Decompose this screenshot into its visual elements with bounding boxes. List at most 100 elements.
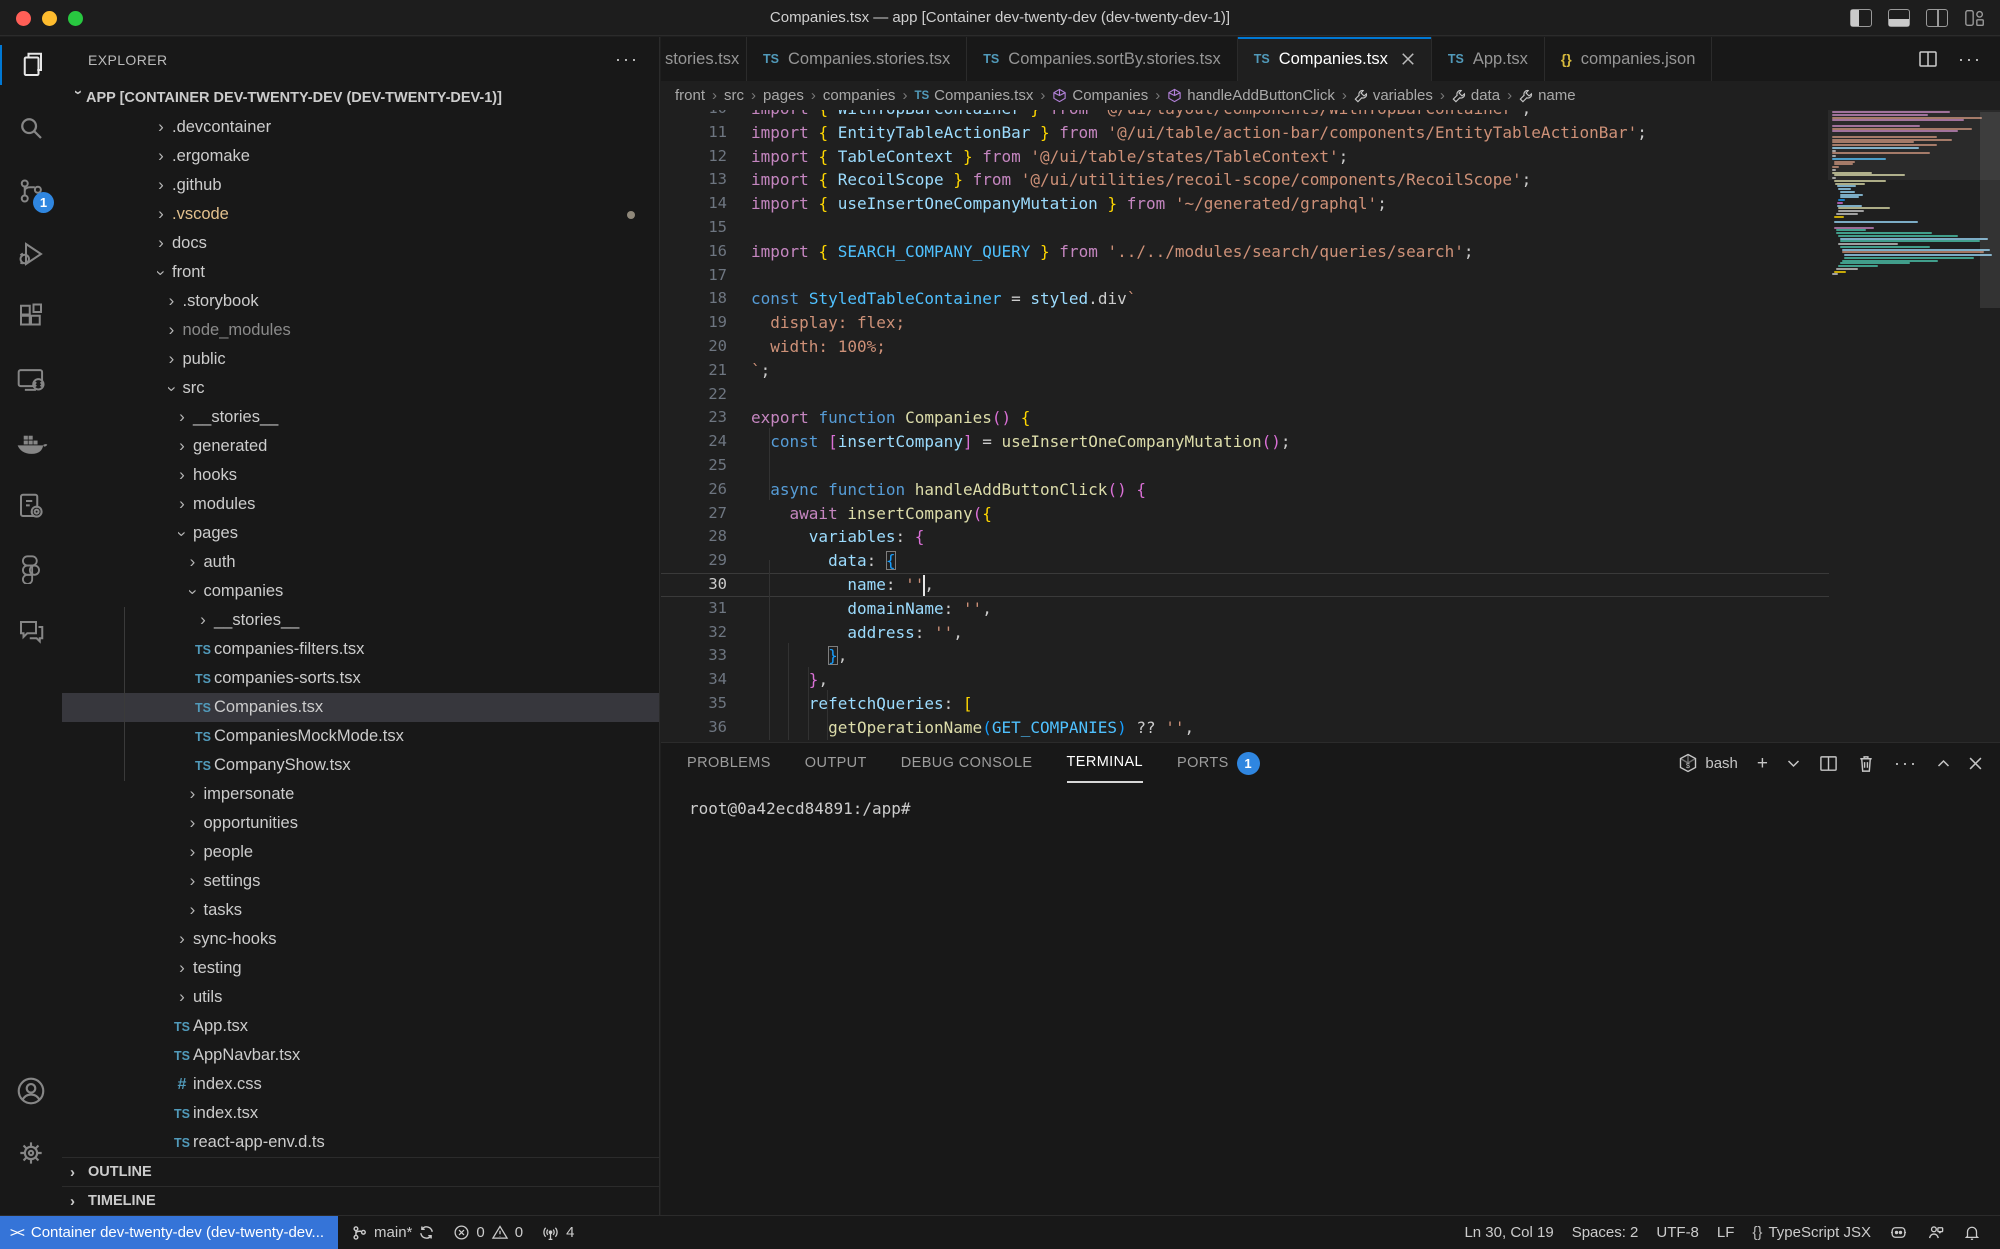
close-panel-icon[interactable]	[1969, 757, 1982, 770]
code-line-17[interactable]: 17	[661, 264, 1829, 288]
breadcrumb-item-front[interactable]: front	[675, 87, 705, 104]
code-line-13[interactable]: 13import { RecoilScope } from '@/ui/util…	[661, 168, 1829, 192]
panel-tab-terminal[interactable]: TERMINAL	[1067, 743, 1144, 783]
tree-item-sync-hooks[interactable]: ›sync-hooks	[62, 925, 659, 954]
tree-item-index-tsx[interactable]: TSindex.tsx	[62, 1099, 659, 1128]
tree-item-companies-filters-tsx[interactable]: TScompanies-filters.tsx	[62, 635, 659, 664]
terminal-dropdown-icon[interactable]	[1787, 759, 1800, 768]
code-line-14[interactable]: 14import { useInsertOneCompanyMutation }…	[661, 192, 1829, 216]
tree-item-app-tsx[interactable]: TSApp.tsx	[62, 1012, 659, 1041]
code-line-16[interactable]: 16import { SEARCH_COMPANY_QUERY } from '…	[661, 240, 1829, 264]
tree-item-people[interactable]: ›people	[62, 838, 659, 867]
panel-tab-debug-console[interactable]: DEBUG CONSOLE	[901, 743, 1033, 783]
tree-item-settings[interactable]: ›settings	[62, 867, 659, 896]
sidebar-section-timeline[interactable]: ›TIMELINE	[62, 1186, 659, 1215]
split-terminal-icon[interactable]	[1819, 754, 1838, 773]
docker-icon[interactable]	[0, 415, 62, 471]
code-line-24[interactable]: 24 const [insertCompany] = useInsertOneC…	[661, 430, 1829, 454]
tree-item-src[interactable]: ›src	[62, 374, 659, 403]
terminal-shell-chip[interactable]: $ bash	[1678, 753, 1738, 773]
tree-item-hooks[interactable]: ›hooks	[62, 461, 659, 490]
breadcrumb-item-name[interactable]: name	[1519, 87, 1576, 104]
tree-item-node-modules[interactable]: ›node_modules	[62, 316, 659, 345]
sidebar-section-outline[interactable]: ›OUTLINE	[62, 1157, 659, 1186]
tree-item--ergomake[interactable]: ›.ergomake	[62, 142, 659, 171]
encoding[interactable]: UTF-8	[1647, 1216, 1708, 1249]
tree-item-companies-sorts-tsx[interactable]: TScompanies-sorts.tsx	[62, 664, 659, 693]
tree-item-public[interactable]: ›public	[62, 345, 659, 374]
kill-terminal-icon[interactable]	[1857, 754, 1875, 773]
branch-indicator[interactable]: main*	[342, 1216, 444, 1249]
code-line-30[interactable]: 30 name: '',	[661, 573, 1829, 597]
tree-item-index-css[interactable]: #index.css	[62, 1070, 659, 1099]
ports-indicator[interactable]: 4	[532, 1216, 583, 1249]
tree-item-companies-tsx[interactable]: TSCompanies.tsx	[62, 693, 659, 722]
tree-item--github[interactable]: ›.github	[62, 171, 659, 200]
code-line-15[interactable]: 15	[661, 216, 1829, 240]
breadcrumb-item-handleaddbuttonclick[interactable]: handleAddButtonClick	[1167, 87, 1335, 104]
tree-item-companies[interactable]: ›companies	[62, 577, 659, 606]
code-editor[interactable]: 10import { WithTopBarContainer } from '@…	[661, 97, 1829, 740]
breadcrumb-item-variables[interactable]: variables	[1354, 87, 1433, 104]
remote-indicator[interactable]: >< Container dev-twenty-dev (dev-twenty-…	[0, 1216, 338, 1249]
code-line-28[interactable]: 28 variables: {	[661, 525, 1829, 549]
language-mode[interactable]: {} TypeScript JSX	[1743, 1216, 1880, 1249]
minimap[interactable]	[1828, 81, 1980, 742]
code-line-31[interactable]: 31 domainName: '',	[661, 597, 1829, 621]
code-line-27[interactable]: 27 await insertCompany({	[661, 502, 1829, 526]
toggle-panel-icon[interactable]	[1888, 9, 1910, 27]
editor-scrollbar[interactable]	[1980, 112, 2000, 308]
code-line-12[interactable]: 12import { TableContext } from '@/ui/tab…	[661, 145, 1829, 169]
comments-icon[interactable]	[0, 604, 62, 660]
tree-item-pages[interactable]: ›pages	[62, 519, 659, 548]
search-icon[interactable]	[0, 100, 62, 156]
new-terminal-icon[interactable]: +	[1757, 754, 1768, 773]
cursor-position[interactable]: Ln 30, Col 19	[1455, 1216, 1562, 1249]
customize-layout-icon[interactable]	[1964, 9, 1986, 27]
code-line-32[interactable]: 32 address: '',	[661, 621, 1829, 645]
panel-more-icon[interactable]: ···	[1894, 753, 1918, 774]
tree-item-companiesmockmode-tsx[interactable]: TSCompaniesMockMode.tsx	[62, 722, 659, 751]
problems-indicator[interactable]: 0 0	[444, 1216, 532, 1249]
breadcrumb-item-pages[interactable]: pages	[763, 87, 804, 104]
code-line-26[interactable]: 26 async function handleAddButtonClick()…	[661, 478, 1829, 502]
minimap-slider[interactable]	[1828, 108, 2000, 180]
tree-item--stories-[interactable]: ›__stories__	[62, 606, 659, 635]
tab-companies-sortby-stories-tsx[interactable]: TSCompanies.sortBy.stories.tsx	[967, 37, 1237, 81]
panel-tab-problems[interactable]: PROBLEMS	[687, 743, 771, 783]
tree-item--vscode[interactable]: ›.vscode	[62, 200, 659, 229]
dev-containers-icon[interactable]	[0, 478, 62, 534]
explorer-icon[interactable]	[0, 37, 62, 93]
split-editor-icon[interactable]	[1918, 49, 1938, 69]
tab-companies-stories-tsx[interactable]: TSCompanies.stories.tsx	[747, 37, 967, 81]
breadcrumb-item-companies[interactable]: Companies	[1052, 87, 1148, 104]
tree-item-utils[interactable]: ›utils	[62, 983, 659, 1012]
breadcrumb-item-companies[interactable]: companies	[823, 87, 896, 104]
eol-sequence[interactable]: LF	[1708, 1216, 1744, 1249]
code-line-11[interactable]: 11import { EntityTableActionBar } from '…	[661, 121, 1829, 145]
tree-item-companyshow-tsx[interactable]: TSCompanyShow.tsx	[62, 751, 659, 780]
remote-explorer-icon[interactable]	[0, 352, 62, 408]
close-tab-icon[interactable]	[1401, 52, 1415, 66]
extensions-icon[interactable]	[0, 289, 62, 345]
feedback-indicator[interactable]	[1917, 1216, 1954, 1249]
tree-item-docs[interactable]: ›docs	[62, 229, 659, 258]
tree-item--devcontainer[interactable]: ›.devcontainer	[62, 113, 659, 142]
code-line-34[interactable]: 34 },	[661, 668, 1829, 692]
more-actions-icon[interactable]: ···	[1958, 49, 1982, 70]
tab-stories-tsx[interactable]: stories.tsx	[661, 37, 747, 81]
tree-item-impersonate[interactable]: ›impersonate	[62, 780, 659, 809]
tree-item-generated[interactable]: ›generated	[62, 432, 659, 461]
source-control-icon[interactable]: 1	[0, 163, 62, 219]
tab-app-tsx[interactable]: TSApp.tsx	[1432, 37, 1545, 81]
toggle-secondary-sidebar-icon[interactable]	[1926, 9, 1948, 27]
panel-tab-output[interactable]: OUTPUT	[805, 743, 867, 783]
run-debug-icon[interactable]	[0, 226, 62, 282]
explorer-actions-icon[interactable]: ···	[615, 49, 639, 70]
code-line-36[interactable]: 36 getOperationName(GET_COMPANIES) ?? ''…	[661, 716, 1829, 740]
breadcrumb-item-data[interactable]: data	[1452, 87, 1500, 104]
tree-item-react-app-env-d-ts[interactable]: TSreact-app-env.d.ts	[62, 1128, 659, 1157]
breadcrumb-item-src[interactable]: src	[724, 87, 744, 104]
tree-item-tasks[interactable]: ›tasks	[62, 896, 659, 925]
code-line-21[interactable]: 21`;	[661, 359, 1829, 383]
